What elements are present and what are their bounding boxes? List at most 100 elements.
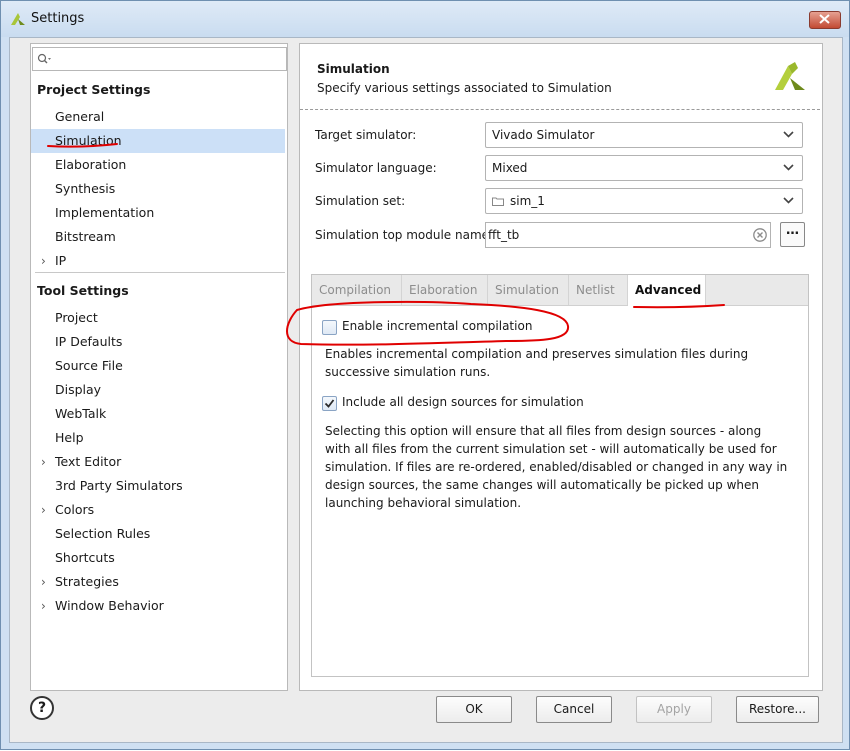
sidebar-item-label: Text Editor [55,454,122,469]
sidebar-item-label: IP Defaults [55,334,123,349]
project-settings-heading: Project Settings [37,82,151,97]
vivado-logo-icon [775,62,805,90]
tab-simulation[interactable]: Simulation [488,275,569,305]
include-design-sources-description: Selecting this option will ensure that a… [325,424,788,510]
sidebar-item-label: Synthesis [55,181,116,196]
sidebar-item-ip[interactable]: › IP [31,249,285,273]
help-button[interactable]: ? [30,696,54,720]
settings-window: Settings Project Settings General Simulat… [0,0,850,750]
sidebar-item-webtalk[interactable]: WebTalk [31,402,285,426]
tab-advanced[interactable]: Advanced [628,275,706,306]
chevron-down-icon [783,164,794,171]
top-module-input[interactable]: fft_tb [485,222,771,248]
chevron-right-icon[interactable]: › [41,570,46,594]
sidebar-item-project[interactable]: Project [31,306,285,330]
chevron-right-icon[interactable]: › [41,594,46,618]
sidebar-item-label: Display [55,382,102,397]
tab-netlist[interactable]: Netlist [569,275,628,305]
incremental-compilation-label: Enable incremental compilation [342,319,533,333]
target-simulator-label: Target simulator: [315,128,417,142]
tab-compilation[interactable]: Compilation [312,275,402,305]
sidebar-item-label: IP [55,253,67,268]
chevron-right-icon[interactable]: › [41,249,46,273]
chevron-down-icon [783,197,794,204]
sidebar-item-elaboration[interactable]: Elaboration [31,153,285,177]
sidebar-item-text-editor[interactable]: › Text Editor [31,450,285,474]
dialog-body: Project Settings General Simulation Elabor… [9,37,843,743]
apply-button[interactable]: Apply [636,696,712,723]
sidebar-item-shortcuts[interactable]: Shortcuts [31,546,285,570]
settings-content-panel: Simulation Specify various settings asso… [299,43,823,691]
search-icon [37,53,51,64]
sidebar-item-label: Bitstream [55,229,116,244]
vivado-logo-icon [11,13,25,25]
close-button[interactable] [809,11,841,29]
sidebar-item-display[interactable]: Display [31,378,285,402]
simulation-set-value: sim_1 [510,194,545,208]
incremental-compilation-description: Enables incremental compilation and pres… [325,347,749,379]
simulator-language-select[interactable]: Mixed [485,155,803,181]
incremental-compilation-checkbox[interactable] [322,320,337,335]
sidebar-item-colors[interactable]: › Colors [31,498,285,522]
restore-button[interactable]: Restore... [736,696,819,723]
close-icon [819,14,830,24]
tool-settings-heading: Tool Settings [37,283,129,298]
sidebar-item-synthesis[interactable]: Synthesis [31,177,285,201]
include-design-sources-label: Include all design sources for simulatio… [342,395,584,409]
chevron-right-icon[interactable]: › [41,450,46,474]
search-input[interactable] [32,47,287,71]
target-simulator-value: Vivado Simulator [492,128,595,142]
top-module-label: Simulation top module name: [315,228,494,242]
options-tabbox: Compilation Elaboration Simulation Netlist A… [311,274,809,677]
clear-icon[interactable] [753,228,767,242]
simulation-set-select[interactable]: sim_1 [485,188,803,214]
sidebar-item-label: Help [55,430,84,445]
sidebar-item-strategies[interactable]: › Strategies [31,570,285,594]
page-title: Simulation [317,62,390,76]
sidebar-item-ip-defaults[interactable]: IP Defaults [31,330,285,354]
title-bar: Settings [1,1,849,37]
simulator-language-label: Simulator language: [315,161,437,175]
simulation-set-label: Simulation set: [315,194,406,208]
sidebar-item-help[interactable]: Help [31,426,285,450]
top-module-value: fft_tb [488,228,520,242]
sidebar-item-simulation[interactable]: Simulation [31,129,285,153]
sidebar-item-label: WebTalk [55,406,107,421]
settings-nav-panel: Project Settings General Simulation Elabor… [30,43,288,691]
include-design-sources-checkbox[interactable] [322,396,337,411]
sidebar-item-label: Simulation [55,133,122,148]
target-simulator-select[interactable]: Vivado Simulator [485,122,803,148]
sidebar-item-label: Elaboration [55,157,127,172]
header-divider [300,109,820,110]
page-subtitle: Specify various settings associated to S… [317,81,612,95]
chevron-down-icon [783,131,794,138]
options-tab-strip: Compilation Elaboration Simulation Netlist A… [312,275,808,306]
sidebar-item-selection-rules[interactable]: Selection Rules [31,522,285,546]
sidebar-item-label: Window Behavior [55,598,164,613]
sidebar-item-label: Project [55,310,98,325]
sidebar-item-implementation[interactable]: Implementation [31,201,285,225]
sidebar-item-label: Implementation [55,205,155,220]
sidebar-item-general[interactable]: General [31,105,285,129]
sidebar-item-label: Selection Rules [55,526,151,541]
simulator-language-value: Mixed [492,161,528,175]
ok-button[interactable]: OK [436,696,512,723]
tab-elaboration[interactable]: Elaboration [402,275,488,305]
checkmark-icon [324,399,335,408]
sidebar-item-label: General [55,109,105,124]
folder-icon [492,197,504,206]
sidebar-item-label: Strategies [55,574,119,589]
chevron-right-icon[interactable]: › [41,498,46,522]
sidebar-item-window-behavior[interactable]: › Window Behavior [31,594,285,618]
browse-top-module-button[interactable]: … [780,222,805,247]
sidebar-item-label: Shortcuts [55,550,115,565]
window-title: Settings [31,11,85,26]
nav-divider [35,272,285,273]
sidebar-item-label: Colors [55,502,95,517]
sidebar-item-bitstream[interactable]: Bitstream [31,225,285,249]
sidebar-item-label: Source File [55,358,123,373]
sidebar-item-label: 3rd Party Simulators [55,478,183,493]
sidebar-item-3rd-party-simulators[interactable]: 3rd Party Simulators [31,474,285,498]
sidebar-item-source-file[interactable]: Source File [31,354,285,378]
cancel-button[interactable]: Cancel [536,696,612,723]
